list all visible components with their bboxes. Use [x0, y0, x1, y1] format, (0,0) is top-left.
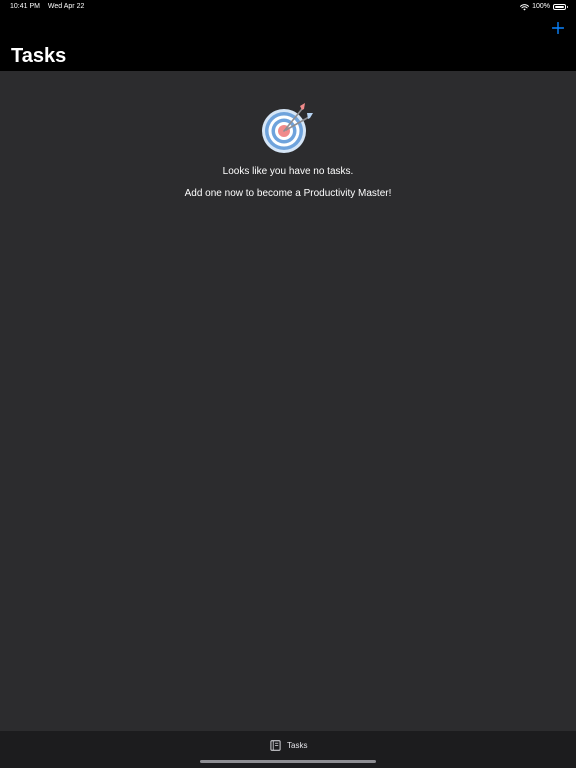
plus-icon — [552, 22, 564, 34]
empty-call-to-action: Add one now to become a Productivity Mas… — [184, 188, 392, 199]
status-date: Wed Apr 22 — [47, 3, 85, 10]
status-bar: 10:41 PM Wed Apr 22 100% — [0, 0, 576, 14]
tab-tasks[interactable]: Tasks — [270, 740, 307, 751]
status-right: 100% — [520, 0, 568, 14]
battery-fill — [555, 6, 564, 8]
home-indicator[interactable] — [200, 760, 376, 763]
app-screen: 10:41 PM Wed Apr 22 100% Tasks Looks lik… — [0, 0, 576, 768]
notebook-icon — [270, 740, 281, 751]
wifi-icon — [520, 3, 530, 10]
status-left: 10:41 PM Wed Apr 22 — [10, 0, 90, 14]
battery-icon — [553, 4, 568, 10]
empty-state: Looks like you have no tasks. Add one no… — [0, 71, 576, 201]
tab-label: Tasks — [287, 741, 308, 750]
page-title: Tasks — [11, 45, 67, 67]
navigation-bar: Tasks — [0, 14, 576, 71]
target-arrows-icon — [262, 103, 313, 153]
add-task-button[interactable] — [548, 18, 568, 38]
battery-percent: 100% — [532, 3, 550, 10]
tab-bar: Tasks — [0, 731, 576, 768]
empty-message: Looks like you have no tasks. — [222, 166, 354, 177]
status-time: 10:41 PM — [10, 3, 40, 10]
